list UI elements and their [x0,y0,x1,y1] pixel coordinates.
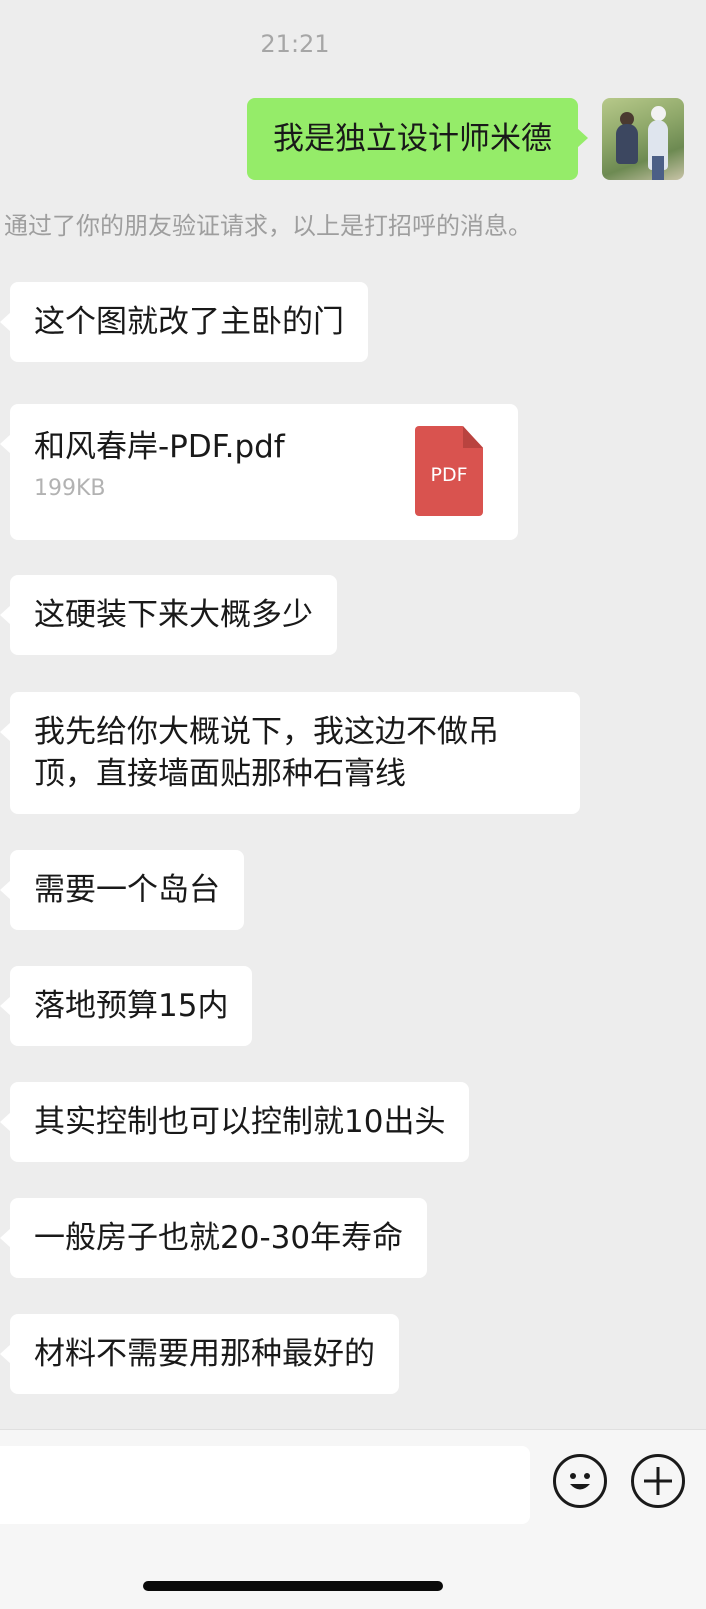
received-message-bubble[interactable]: 材料不需要用那种最好的 [0,1314,399,1394]
message-line: 我先给你大概说下，我这边不做吊 [34,714,499,750]
pdf-icon-label: PDF [430,464,468,486]
received-message-bubble[interactable]: 这个图就改了主卧的门 [0,282,368,362]
sent-message-row: 我是独立设计师米德 [247,98,684,180]
file-name: 和风春岸-PDF.pdf [34,429,285,465]
received-message-bubble[interactable]: 这硬装下来大概多少 [0,575,337,655]
received-message-bubble[interactable]: 需要一个岛台 [0,850,244,930]
emoji-icon[interactable] [553,1454,607,1508]
file-size: 199KB [34,476,106,501]
chat-screen: 21:21 我是独立设计师米德 通过了你的朋友验证请求，以上是打招呼的消息。 这… [0,0,706,1609]
pdf-fold-corner [463,426,483,448]
message-timestamp: 21:21 [260,30,330,58]
received-message-bubble[interactable]: 一般房子也就20-30年寿命 [0,1198,428,1278]
sent-message-bubble[interactable]: 我是独立设计师米德 [247,98,588,180]
received-message-bubble[interactable]: 落地预算15内 [0,966,253,1046]
plus-circle-icon[interactable] [631,1454,685,1508]
home-indicator[interactable] [143,1581,443,1591]
system-notice: 通过了你的朋友验证请求，以上是打招呼的消息。 [4,212,532,240]
message-input[interactable] [0,1446,530,1524]
received-message-bubble[interactable]: 其实控制也可以控制就10出头 [0,1082,470,1162]
message-line: 顶，直接墙面贴那种石膏线 [34,756,406,792]
avatar[interactable] [602,98,684,180]
received-message-bubble-multiline[interactable]: 我先给你大概说下，我这边不做吊 顶，直接墙面贴那种石膏线 [0,692,580,814]
file-message-card[interactable]: 和风春岸-PDF.pdf 199KB PDF [0,404,518,540]
